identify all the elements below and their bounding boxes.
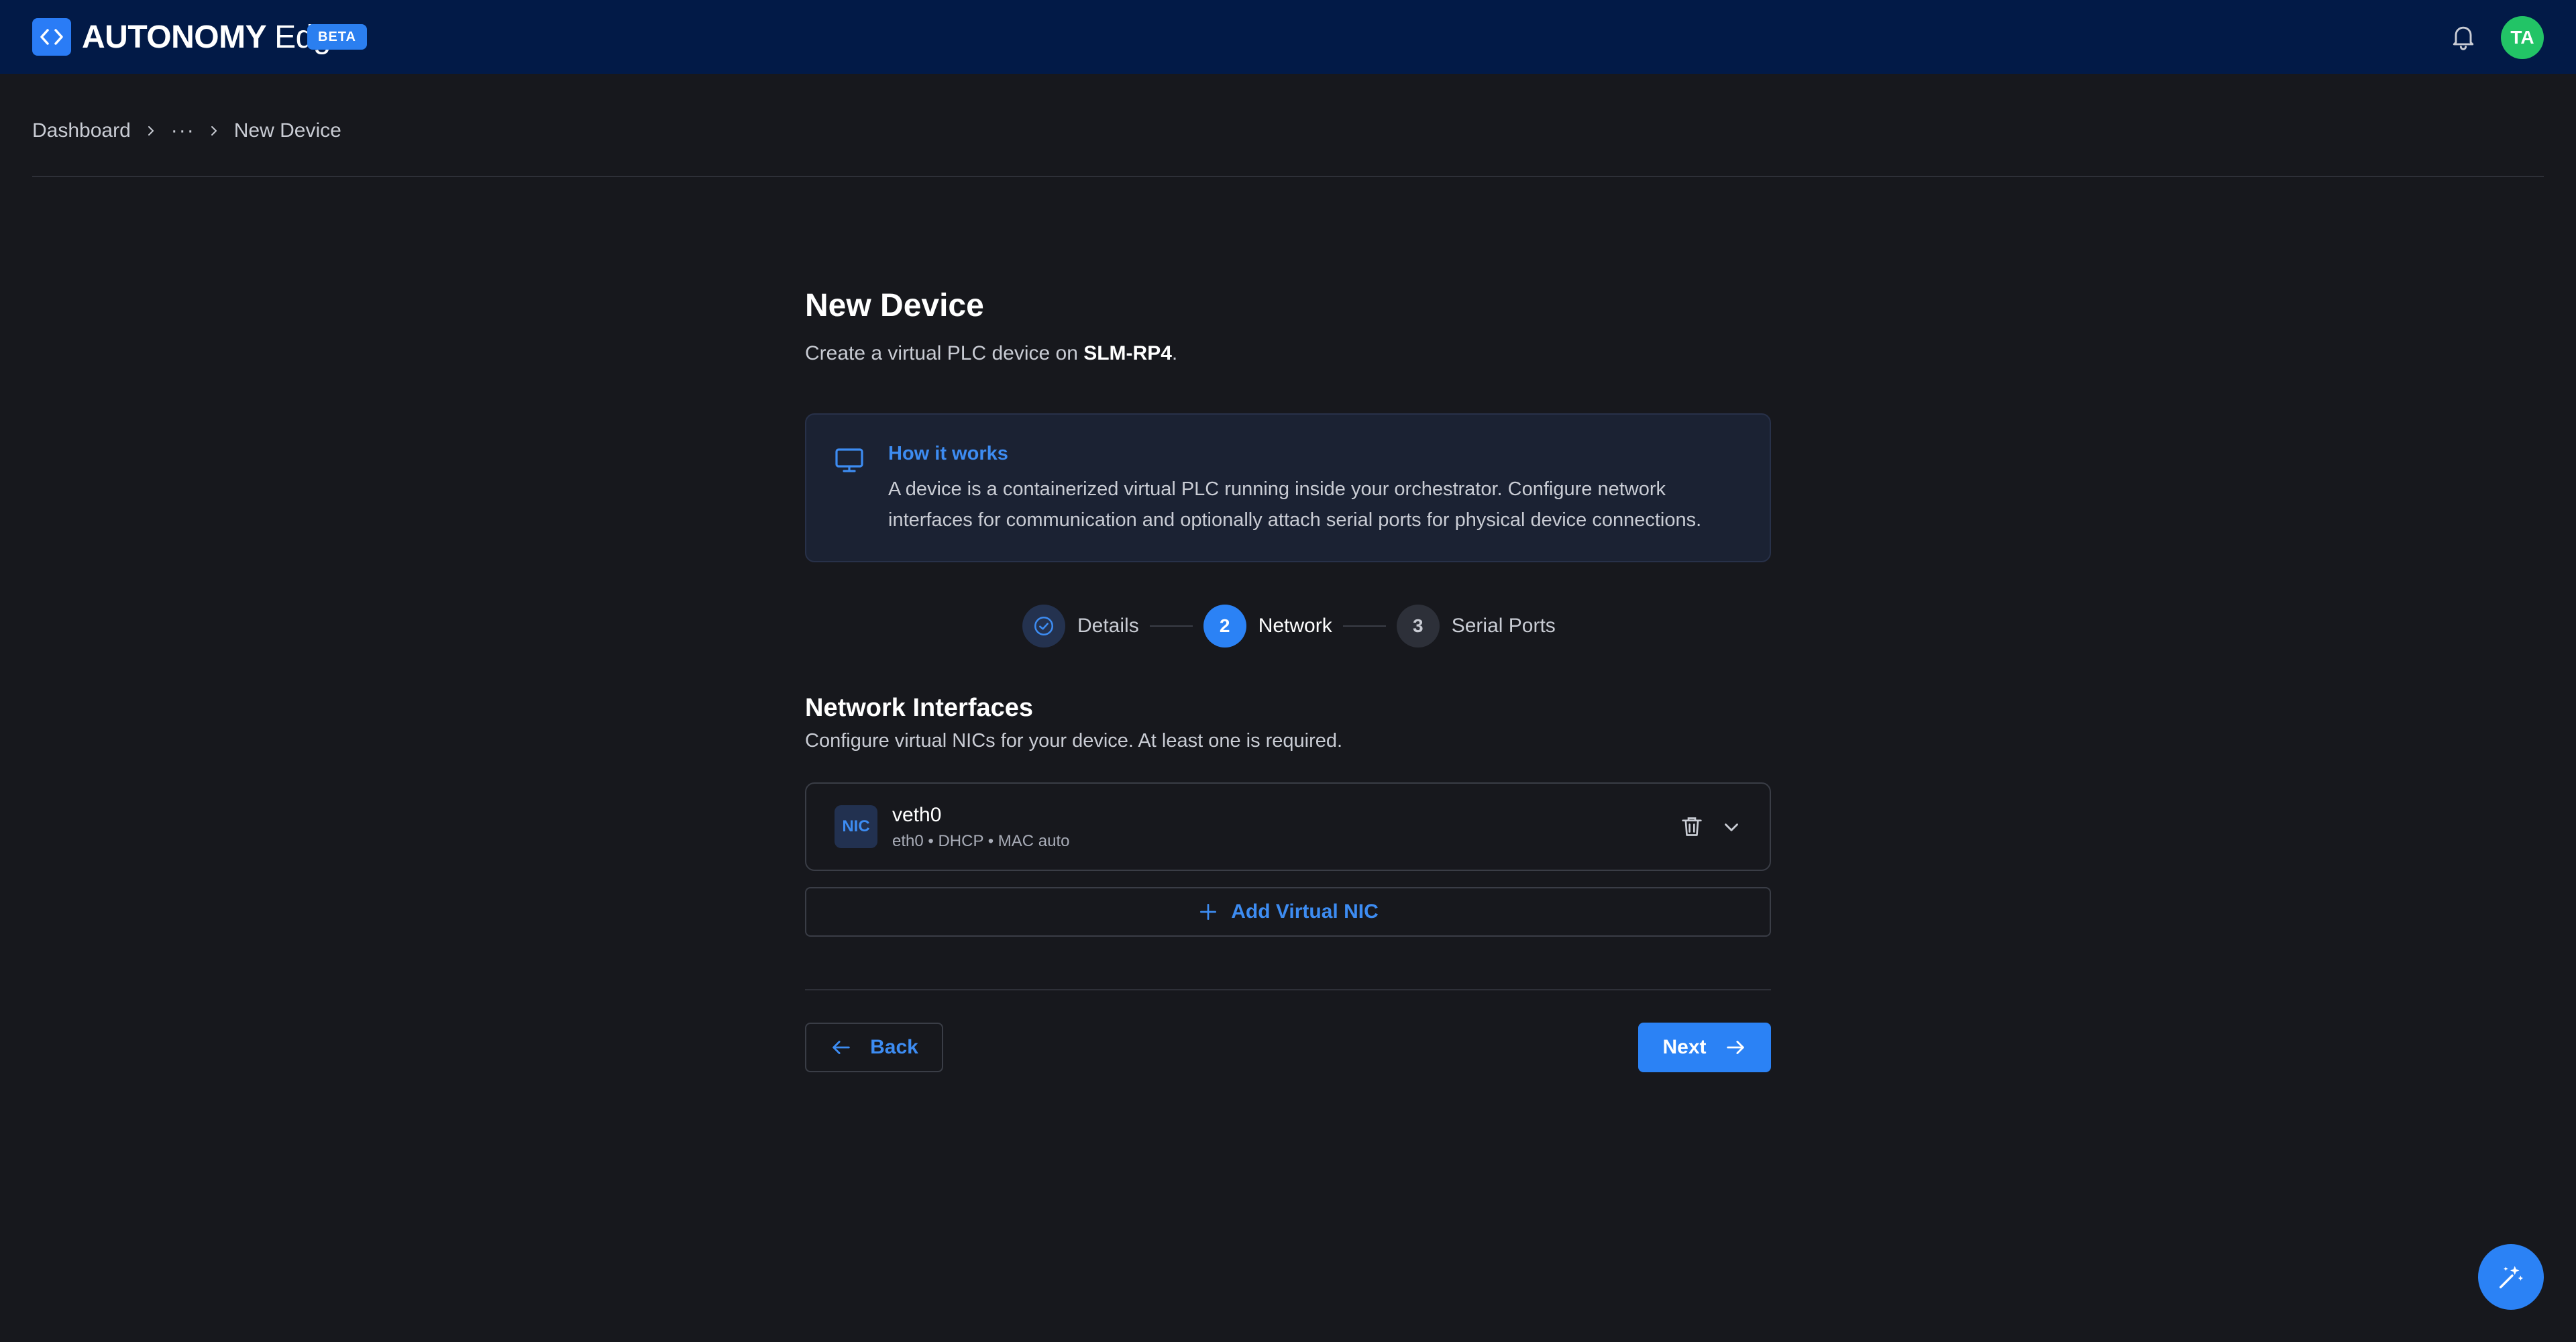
info-text: A device is a containerized virtual PLC … [888, 478, 1702, 531]
brand-bold: AUTONOMY [82, 19, 267, 55]
ai-assistant-button[interactable] [2478, 1244, 2544, 1310]
step-label: Details [1077, 615, 1139, 637]
user-avatar[interactable]: TA [2501, 16, 2544, 59]
nic-meta: eth0 • DHCP • MAC auto [892, 832, 1070, 850]
arrow-right-icon [1726, 1041, 1744, 1054]
subtitle-device: SLM-RP4 [1083, 342, 1172, 364]
step-connector [1342, 625, 1386, 627]
section-subtitle: Configure virtual NICs for your device. … [805, 730, 1343, 752]
section-title: Network Interfaces [805, 694, 1034, 722]
breadcrumb-dashboard[interactable]: Dashboard [32, 119, 131, 142]
nic-card[interactable]: NIC veth0 eth0 • DHCP • MAC auto [805, 782, 1771, 871]
step-number: 2 [1203, 605, 1246, 648]
next-label: Next [1662, 1036, 1707, 1058]
step-details[interactable]: Details [1022, 605, 1139, 648]
check-circle-icon [1022, 605, 1065, 648]
nic-badge: NIC [835, 805, 877, 848]
monitor-icon [833, 444, 865, 476]
trash-icon[interactable] [1678, 813, 1705, 840]
sparkle-wand-icon [2499, 1266, 2524, 1289]
step-number: 3 [1396, 605, 1440, 648]
page-subtitle: Create a virtual PLC device on SLM-RP4. [805, 342, 1177, 365]
breadcrumb-overflow[interactable]: ··· [171, 119, 194, 142]
next-button[interactable]: Next [1638, 1023, 1771, 1072]
plus-icon [1200, 904, 1217, 920]
footer-divider [805, 989, 1771, 990]
code-brackets-icon[interactable] [32, 18, 71, 56]
chevron-right-icon [131, 121, 171, 141]
arrow-left-icon [833, 1041, 850, 1054]
top-bar: AUTONOMY Edge BETA TA [0, 0, 2576, 74]
subtitle-suffix: . [1171, 342, 1178, 364]
beta-badge: BETA [307, 24, 367, 50]
chevron-down-icon[interactable] [1720, 816, 1743, 839]
step-network[interactable]: 2 Network [1203, 605, 1332, 648]
info-title: How it works [888, 443, 1008, 464]
back-button[interactable]: Back [805, 1023, 943, 1072]
breadcrumb-current: New Device [233, 119, 341, 142]
add-virtual-nic-button[interactable]: Add Virtual NIC [805, 887, 1771, 937]
add-nic-label: Add Virtual NIC [1231, 900, 1379, 923]
page-title: New Device [805, 288, 984, 323]
nic-name: veth0 [892, 804, 942, 826]
chevron-right-icon [194, 121, 234, 141]
header-divider [32, 176, 2544, 177]
breadcrumb: Dashboard ··· New Device [32, 114, 341, 148]
step-label: Network [1258, 615, 1332, 637]
back-label: Back [870, 1036, 918, 1058]
wizard-stepper: Details 2 Network 3 Serial Ports [1022, 604, 1556, 648]
how-it-works-box: How it works A device is a containerized… [805, 413, 1771, 562]
step-label: Serial Ports [1451, 615, 1556, 637]
step-connector [1149, 625, 1193, 627]
bell-icon[interactable] [2449, 21, 2478, 51]
step-serial-ports[interactable]: 3 Serial Ports [1396, 605, 1556, 648]
subtitle-prefix: Create a virtual PLC device on [805, 342, 1084, 364]
